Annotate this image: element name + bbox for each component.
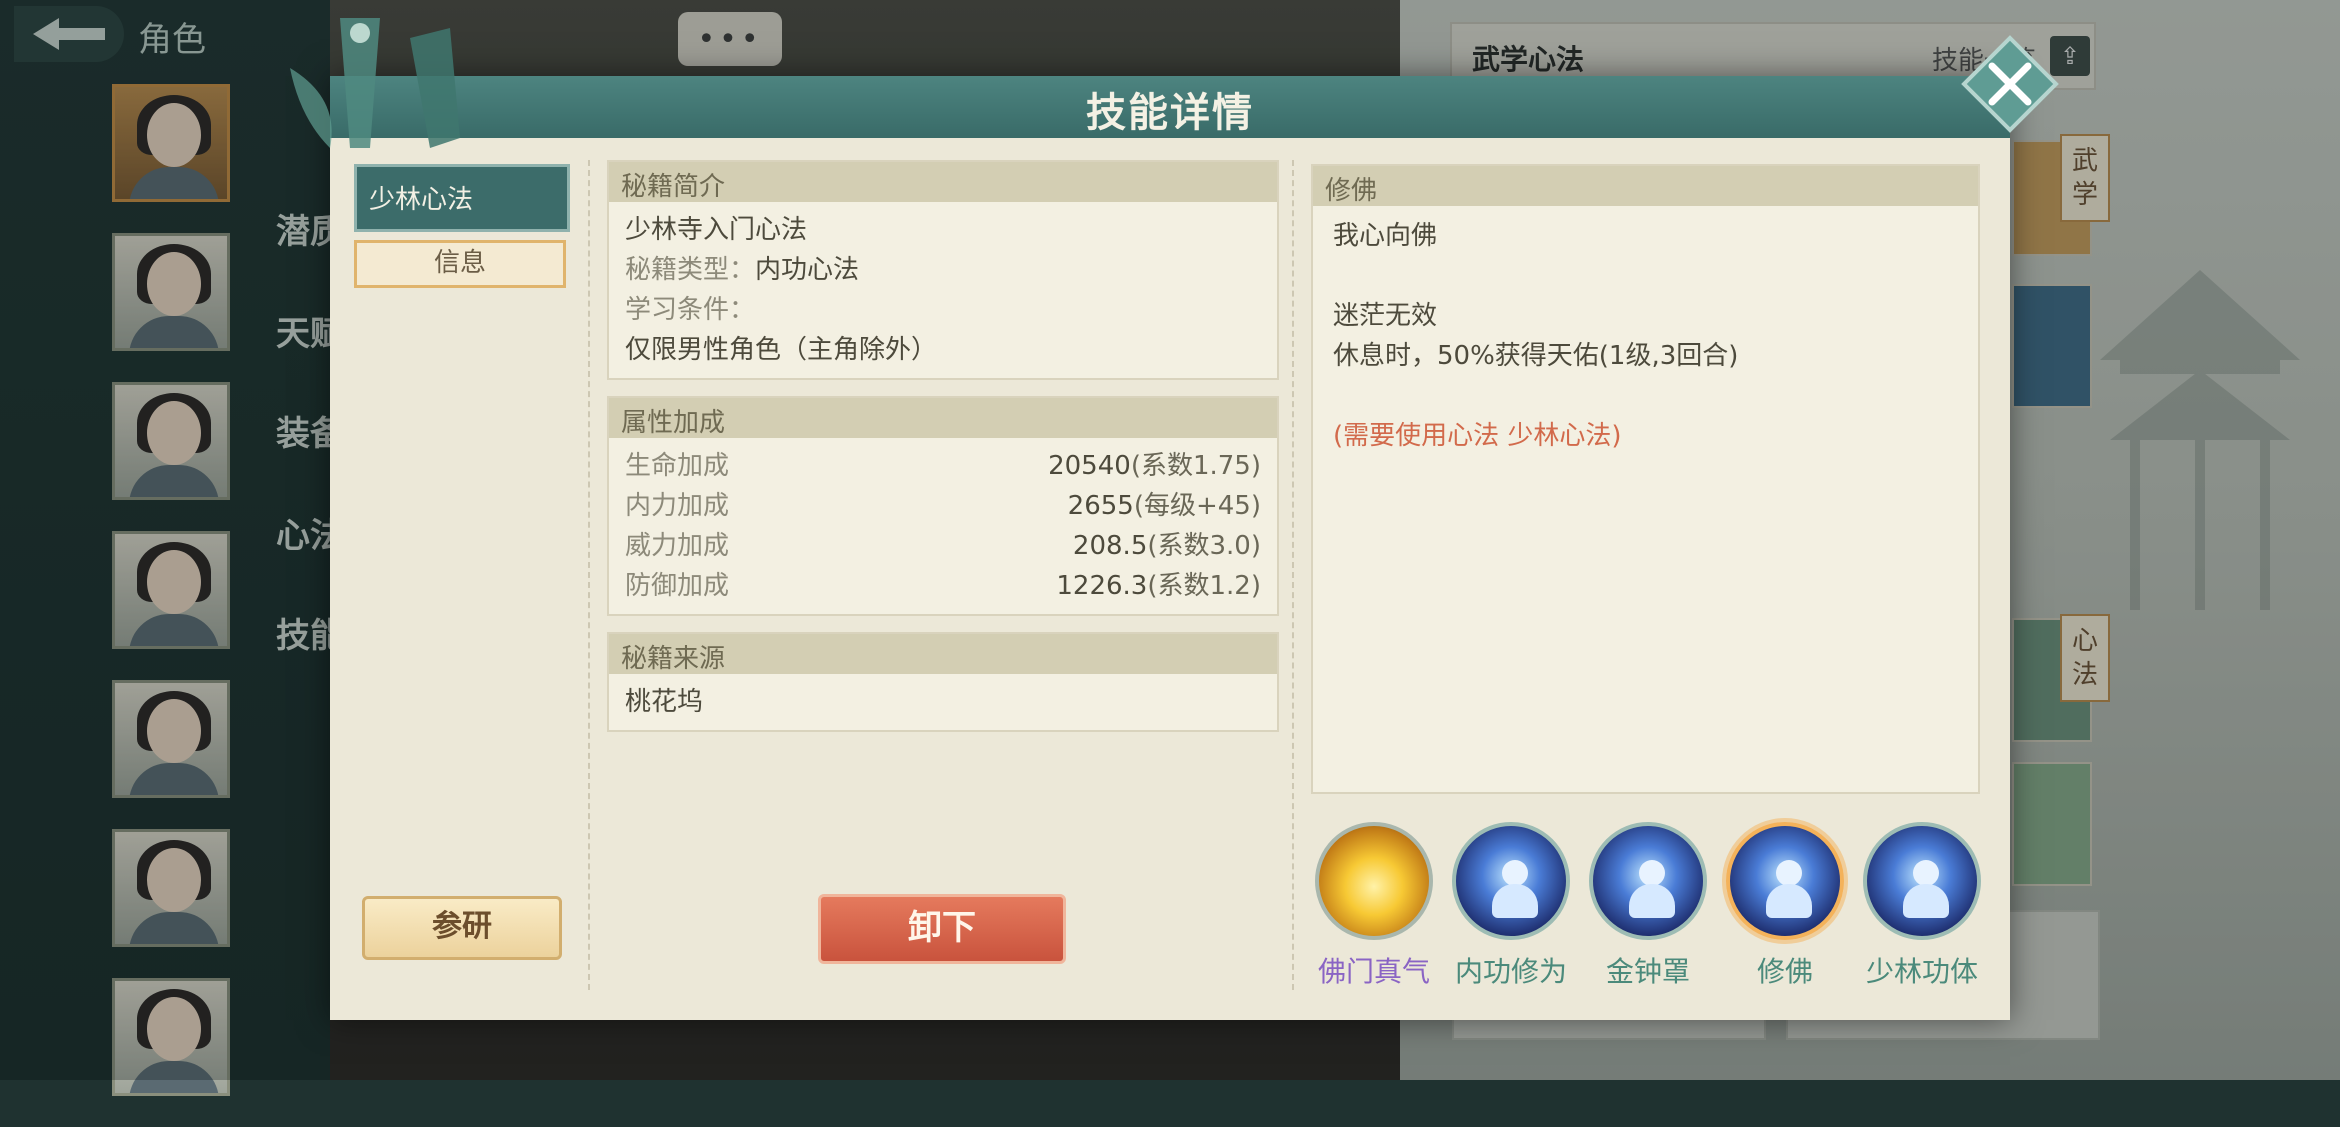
skill-item-selected[interactable]: 修佛 — [1723, 822, 1847, 990]
meditation-icon — [1726, 822, 1844, 940]
skill-effect-panel: 修佛 我心向佛 迷茫无效 休息时，50%获得天佑(1级,3回合) (需要使用心法… — [1311, 164, 1980, 794]
modal-header: 技能详情 — [330, 76, 2010, 138]
skill-item[interactable]: 少林功体 — [1860, 822, 1984, 990]
stat-value: 1226.3 — [1056, 571, 1148, 601]
type-value: 内功心法 — [755, 255, 860, 285]
stat-value: 208.5 — [1072, 531, 1148, 561]
stat-row: 内力加成 2655(每级+45) — [625, 486, 1261, 526]
stat-value: 20540 — [1048, 451, 1131, 481]
stat-row: 威力加成 208.5(系数3.0) — [625, 526, 1261, 566]
golden-orb-icon — [1315, 822, 1433, 940]
section-title: 修佛 — [1313, 166, 1978, 206]
tab-shaolin-mind[interactable]: 少林心法 — [354, 164, 570, 232]
effect-line: 休息时，50%获得天佑(1级,3回合) — [1333, 341, 1739, 371]
stat-note: (系数1.75) — [1130, 451, 1261, 481]
crossed-swords-icon — [290, 18, 460, 148]
type-label: 秘籍类型： — [625, 255, 756, 285]
divider — [588, 160, 590, 990]
stat-label: 威力加成 — [625, 531, 730, 561]
section-title: 秘籍来源 — [609, 634, 1277, 674]
stat-row: 防御加成 1226.3(系数1.2) — [625, 566, 1261, 606]
stat-label: 内力加成 — [625, 491, 730, 521]
meditation-icon — [1452, 822, 1570, 940]
stat-note: (每级+45) — [1133, 491, 1261, 521]
stat-note: (系数1.2) — [1147, 571, 1261, 601]
skill-name: 内功修为 — [1454, 955, 1567, 988]
modal-title: 技能详情 — [1086, 90, 1254, 136]
condition-value: 仅限男性角色（主角除外） — [625, 335, 938, 365]
stat-row: 生命加成 20540(系数1.75) — [625, 446, 1261, 486]
skill-item[interactable]: 佛门真气 — [1312, 822, 1436, 990]
section-title: 秘籍简介 — [609, 162, 1277, 202]
skill-item[interactable]: 内功修为 — [1449, 822, 1573, 990]
tab-info[interactable]: 信息 — [354, 240, 566, 288]
unload-button[interactable]: 卸下 — [818, 894, 1066, 964]
research-button[interactable]: 参研 — [362, 896, 562, 960]
divider — [1292, 160, 1294, 990]
close-icon[interactable] — [1960, 34, 2060, 134]
stat-note: (系数3.0) — [1147, 531, 1261, 561]
intro-section: 秘籍简介 少林寺入门心法 秘籍类型：内功心法 学习条件： 仅限男性角色（主角除外… — [607, 160, 1279, 380]
manual-name: 少林寺入门心法 — [625, 215, 808, 245]
section-title: 属性加成 — [609, 398, 1277, 438]
skill-name: 佛门真气 — [1317, 955, 1430, 988]
stat-label: 防御加成 — [625, 571, 730, 601]
stat-label: 生命加成 — [625, 451, 730, 481]
source-section: 秘籍来源 桃花坞 — [607, 632, 1279, 732]
stat-value: 2655 — [1067, 491, 1134, 521]
skill-item[interactable]: 金钟罩 — [1586, 822, 1710, 990]
skill-name: 少林功体 — [1865, 955, 1978, 988]
effect-line: 迷茫无效 — [1333, 301, 1438, 331]
effect-line: 我心向佛 — [1333, 221, 1438, 251]
skill-list: 佛门真气 内功修为 金钟罩 修佛 少林功体 — [1312, 822, 1992, 992]
meditation-icon — [1589, 822, 1707, 940]
requirement-text: (需要使用心法 少林心法) — [1333, 421, 1622, 451]
condition-label: 学习条件： — [625, 295, 756, 325]
meditation-icon — [1863, 822, 1981, 940]
source-value: 桃花坞 — [625, 687, 704, 717]
attributes-section: 属性加成 生命加成 20540(系数1.75) 内力加成 2655(每级+45)… — [607, 396, 1279, 616]
skill-name: 修佛 — [1756, 955, 1813, 988]
skill-name: 金钟罩 — [1605, 955, 1690, 988]
